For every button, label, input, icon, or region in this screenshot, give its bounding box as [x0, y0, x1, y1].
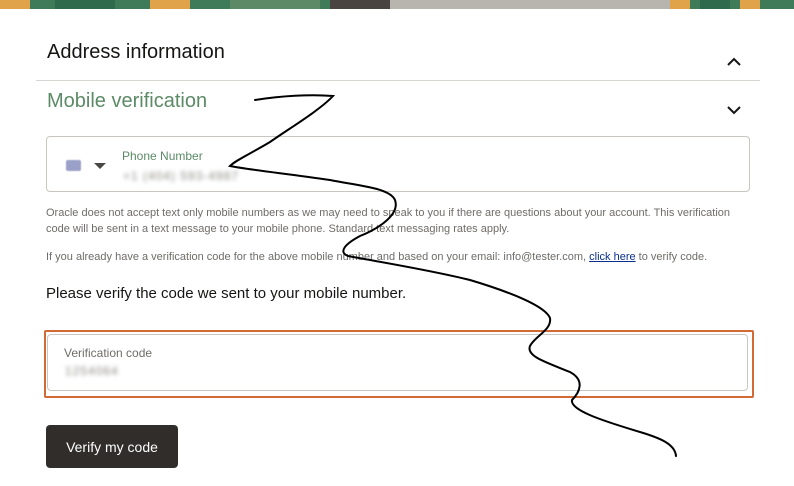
- phone-number-label: Phone Number: [122, 149, 203, 163]
- info-text-sms: Oracle does not accept text only mobile …: [46, 207, 731, 235]
- verification-code-value[interactable]: 1254064: [65, 364, 119, 378]
- phone-number-field[interactable]: Phone Number +1 (404) 593-4987: [46, 136, 750, 192]
- section-divider: [36, 80, 760, 81]
- us-flag-icon[interactable]: [66, 160, 81, 171]
- country-dropdown-icon[interactable]: [94, 163, 106, 169]
- click-here-link[interactable]: click here: [589, 251, 635, 263]
- address-section-title[interactable]: Address information: [47, 41, 225, 64]
- info-text-prefix: If you already have a verification code …: [46, 251, 590, 263]
- info-text-suffix: to verify code.: [635, 251, 708, 263]
- verify-my-code-button[interactable]: Verify my code: [46, 425, 178, 468]
- mobile-section-title[interactable]: Mobile verification: [47, 90, 207, 113]
- verify-prompt: Please verify the code we sent to your m…: [46, 285, 407, 302]
- chevron-up-icon[interactable]: [724, 51, 744, 71]
- header-banner: [0, 0, 794, 9]
- verification-code-field[interactable]: Verification code 1254064: [47, 334, 748, 391]
- chevron-down-icon[interactable]: [724, 100, 744, 120]
- info-text-existing-code: If you already have a verification code …: [46, 249, 756, 265]
- phone-number-value[interactable]: +1 (404) 593-4987: [123, 169, 239, 183]
- verification-code-label: Verification code: [64, 346, 153, 360]
